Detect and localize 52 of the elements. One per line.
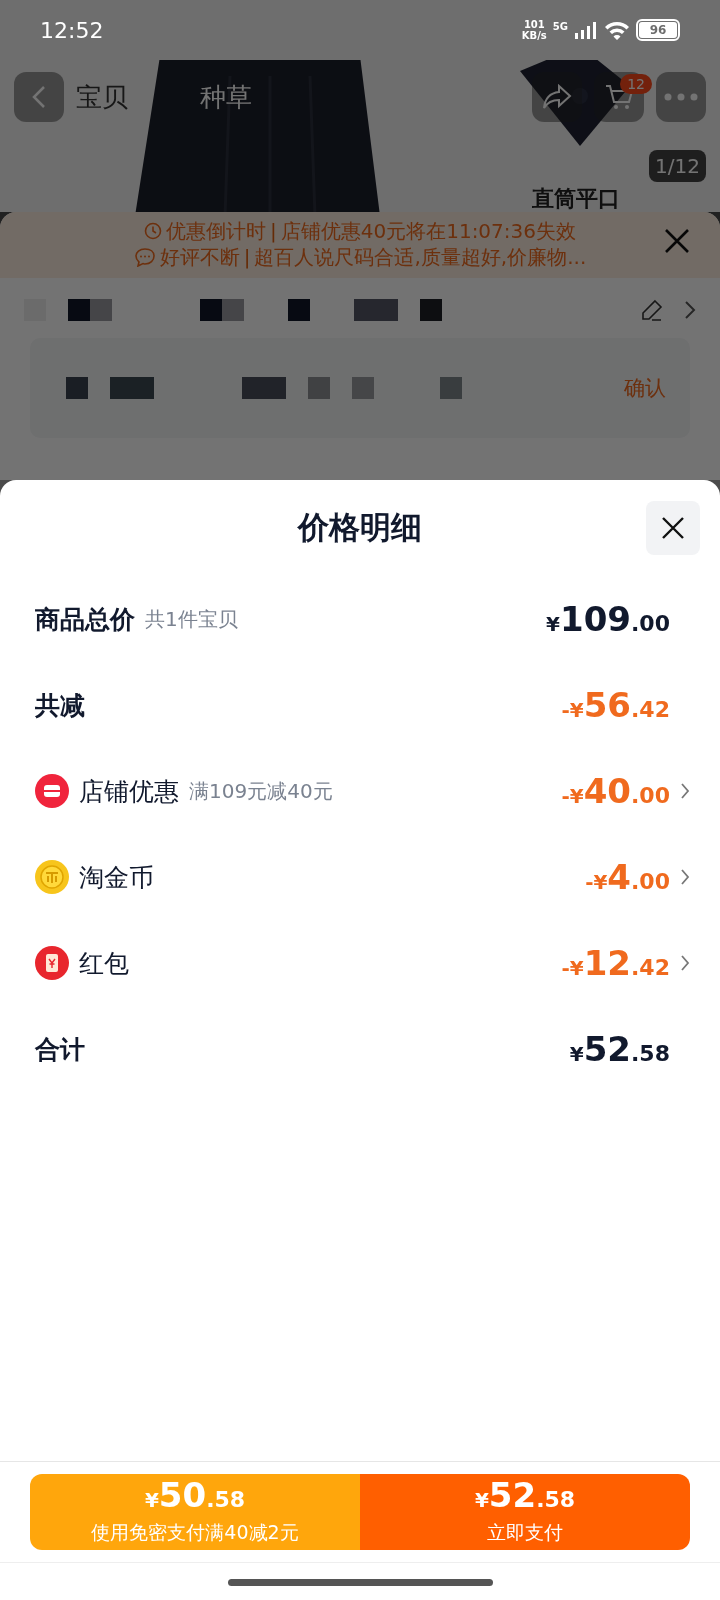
- close-icon: [661, 516, 685, 540]
- pay-now-button[interactable]: ¥52.58 立即支付: [360, 1474, 690, 1550]
- cart-count-badge: 12: [620, 74, 652, 94]
- input-field[interactable]: 确认: [30, 338, 690, 438]
- price-text: -¥4.00: [585, 857, 670, 897]
- notice-text: 超百人说尺码合适,质量超好,价廉物...: [254, 244, 587, 270]
- envelope-icon: [35, 946, 69, 980]
- separator-text: |: [243, 244, 251, 270]
- share-icon: [542, 84, 572, 110]
- row-label: 红包: [79, 947, 129, 980]
- price-text: -¥56.42: [561, 685, 670, 725]
- confirm-link[interactable]: 确认: [624, 374, 666, 402]
- tab[interactable]: 宝贝: [76, 79, 128, 115]
- row-note: 满109元减40元: [189, 777, 333, 805]
- wifi-icon: [604, 20, 630, 40]
- network-type: 5G: [552, 21, 568, 32]
- row-label: 合计: [35, 1033, 85, 1066]
- chevron-right-icon[interactable]: [684, 300, 696, 320]
- chat-icon: [133, 247, 156, 267]
- signal-icon: [574, 21, 598, 39]
- close-button[interactable]: [646, 501, 700, 555]
- row-label: 商品总价: [35, 603, 135, 636]
- chevron-right-icon[interactable]: [680, 782, 690, 800]
- close-icon[interactable]: [664, 228, 690, 254]
- edit-icon[interactable]: [640, 298, 664, 322]
- image-counter: 1/12: [649, 150, 706, 182]
- battery-icon: 96: [636, 19, 680, 41]
- price-text: -¥12.42: [561, 943, 670, 983]
- store-icon: [35, 774, 69, 808]
- notice-title: 好评不断: [159, 244, 240, 270]
- price-text: ¥52.58: [569, 1029, 670, 1069]
- network-speed: 101 KB/s: [521, 19, 547, 41]
- coin-icon: [35, 860, 69, 894]
- notice-text: 店铺优惠40元将在11:07:36失效: [280, 218, 576, 244]
- row-label: 共减: [35, 689, 85, 722]
- tab[interactable]: 种草: [200, 79, 252, 115]
- price-text: -¥40.00: [561, 771, 670, 811]
- chevron-right-icon[interactable]: [680, 868, 690, 886]
- clock-icon: [144, 222, 162, 240]
- separator-text: |: [270, 218, 277, 244]
- chevron-left-icon: [32, 85, 46, 109]
- notice-title: 优惠倒计时: [166, 218, 266, 244]
- more-icon: [664, 93, 698, 101]
- row-label: 店铺优惠: [79, 775, 179, 808]
- password-free-pay-button[interactable]: ¥50.58 使用免密支付满40减2元: [30, 1474, 360, 1550]
- row-label: 淘金币: [79, 861, 154, 894]
- sheet-title: 价格明细: [298, 508, 422, 547]
- product-caption: 直筒平口: [532, 185, 620, 213]
- status-time: 12:52: [40, 17, 104, 43]
- chevron-right-icon[interactable]: [680, 954, 690, 972]
- price-text: ¥109.00: [546, 599, 670, 639]
- row-note: 共1件宝贝: [145, 605, 238, 633]
